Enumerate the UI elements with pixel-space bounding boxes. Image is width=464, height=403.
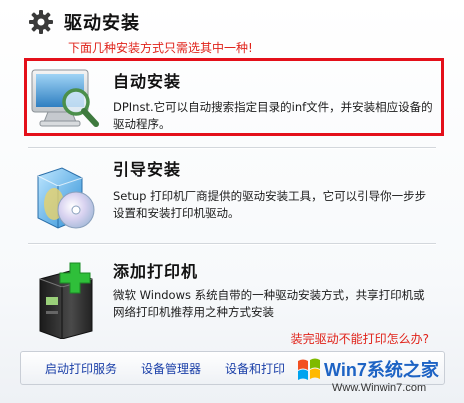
monitor-magnifier-icon (31, 69, 99, 127)
watermark-brand: Win7系统之家 (324, 360, 439, 380)
option-auto-install[interactable]: 自动安装 DPInst.它可以自动搜索指定目录的inf文件，并安装相应设备的驱动… (18, 58, 438, 138)
help-link[interactable]: 装完驱动不能打印怎么办? (291, 330, 429, 347)
option-description: Setup 打印机厂商提供的驱动安装工具，它可以引导你一步步设置和安装打印机驱动… (113, 189, 427, 220)
start-print-service-link[interactable]: 启动打印服务 (45, 360, 117, 377)
option-guided-install[interactable]: 引导安装 Setup 打印机厂商提供的驱动安装工具，它可以引导你一步步设置和安装… (18, 150, 438, 240)
instruction-note: 下面几种安装方式只需选其中一种! (68, 41, 253, 55)
gear-icon (29, 10, 53, 34)
devices-and-printers-link[interactable]: 设备和打印 (225, 360, 285, 377)
option-title: 自动安装 (113, 72, 182, 91)
header: 驱动安装 (28, 7, 140, 37)
option-title: 引导安装 (113, 160, 182, 179)
software-box-cd-icon (37, 167, 95, 229)
divider (28, 243, 436, 245)
driver-install-panel: 驱动安装 下面几种安装方式只需选其中一种! 自动安装 DPInst.它可以自动搜… (0, 0, 464, 403)
divider (28, 147, 436, 149)
windows-logo-icon (298, 358, 320, 380)
option-title: 添加打印机 (113, 262, 199, 281)
printer-add-icon (39, 262, 93, 339)
device-manager-link[interactable]: 设备管理器 (141, 360, 201, 377)
watermark-url: Www.Winwin7.com (332, 382, 427, 394)
page-title: 驱动安装 (64, 13, 140, 34)
option-description: 微软 Windows 系统自带的一种驱动安装方式，共享打印机或网络打印机推荐用之… (113, 288, 425, 319)
option-description: DPInst.它可以自动搜索指定目录的inf文件，并安装相应设备的驱动程序。 (113, 100, 433, 131)
watermark: Win7系统之家 Www.Winwin7.com (290, 352, 464, 402)
